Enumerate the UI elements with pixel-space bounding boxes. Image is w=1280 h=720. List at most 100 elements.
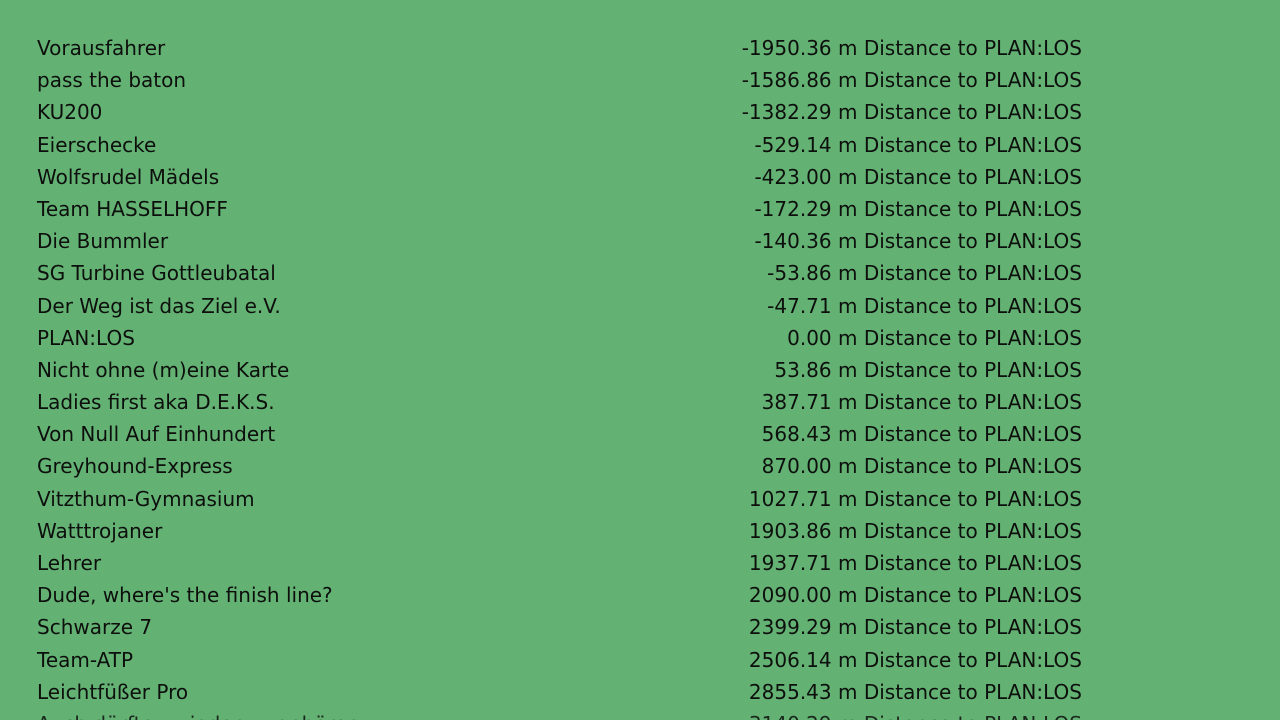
distance-value: -53.86	[767, 261, 832, 286]
team-distance-list: Vorausfahrer -1950.36 m Distance to PLAN:…	[0, 32, 1280, 720]
team-row: Team-ATP 2506.14 m Distance to PLAN:LOS	[0, 644, 1280, 676]
distance-readout: 2399.29 m Distance to PLAN:LOS	[749, 613, 1082, 641]
team-name: Der Weg ist das Ziel e.V.	[37, 293, 281, 318]
distance-readout: -1586.86 m Distance to PLAN:LOS	[742, 66, 1082, 94]
distance-readout: 0.00 m Distance to PLAN:LOS	[787, 324, 1082, 352]
distance-label: Distance to PLAN:LOS	[863, 36, 1082, 60]
distance-value: 568.43	[761, 422, 832, 447]
distance-value: -423.00	[754, 164, 832, 189]
team-row: Die Bummler -140.36 m Distance to PLAN:LO…	[0, 225, 1280, 257]
distance-readout: 1937.71 m Distance to PLAN:LOS	[749, 549, 1082, 577]
team-row: Ladies first aka D.E.K.S. 387.71 m Distan…	[0, 386, 1280, 418]
distance-label: Distance to PLAN:LOS	[863, 454, 1082, 479]
distance-value: 1027.71	[748, 486, 832, 511]
team-name: Vorausfahrer	[37, 36, 166, 60]
distance-unit: m	[838, 647, 858, 672]
distance-readout: 568.43 m Distance to PLAN:LOS	[762, 420, 1082, 448]
team-name: KU200	[37, 100, 103, 125]
team-name: PLAN:LOS	[37, 325, 135, 350]
distance-readout: 1903.86 m Distance to PLAN:LOS	[749, 517, 1082, 545]
team-name: Nicht ohne (m)eine Karte	[37, 357, 290, 382]
distance-readout: -1950.36 m Distance to PLAN:LOS	[742, 34, 1082, 62]
distance-readout: 387.71 m Distance to PLAN:LOS	[762, 388, 1082, 416]
distance-unit: m	[838, 293, 858, 318]
distance-unit: m	[838, 679, 858, 704]
distance-label: Distance to PLAN:LOS	[863, 100, 1082, 125]
distance-label: Distance to PLAN:LOS	[864, 712, 1082, 720]
distance-label: Distance to PLAN:LOS	[863, 583, 1082, 608]
distance-value: -529.14	[754, 132, 832, 157]
distance-readout: -423.00 m Distance to PLAN:LOS	[754, 163, 1082, 191]
distance-unit: m	[838, 390, 858, 415]
distance-readout: 2506.14 m Distance to PLAN:LOS	[749, 646, 1082, 674]
distance-unit: m	[838, 551, 858, 575]
distance-unit: m	[838, 422, 858, 447]
distance-value: -140.36	[754, 229, 832, 254]
distance-value: 2090.00	[748, 583, 832, 608]
distance-unit: m	[838, 196, 858, 221]
distance-readout: -1382.29 m Distance to PLAN:LOS	[742, 98, 1082, 126]
team-name: Dude, where's the finish line?	[37, 583, 333, 608]
distance-unit: m	[838, 36, 858, 60]
distance-label: Distance to PLAN:LOS	[863, 229, 1082, 254]
distance-value: 1937.71	[748, 551, 832, 575]
distance-readout: -53.86 m Distance to PLAN:LOS	[767, 259, 1082, 287]
distance-label: Distance to PLAN:LOS	[863, 647, 1082, 672]
distance-label: Distance to PLAN:LOS	[863, 615, 1082, 640]
team-row: pass the baton -1586.86 m Distance to PLA…	[0, 64, 1280, 96]
distance-label: Distance to PLAN:LOS	[863, 261, 1082, 286]
distance-value: -47.71	[767, 293, 832, 318]
distance-value: 387.71	[761, 390, 832, 415]
distance-value: -1586.86	[741, 68, 832, 93]
team-name: Team-ATP	[37, 647, 134, 672]
distance-value: 870.00	[761, 454, 832, 479]
team-row: Auch dürfte zu jeder zu gehören 3140.29 m…	[0, 708, 1280, 720]
distance-unit: m	[838, 357, 858, 382]
team-row: Watttrojaner 1903.86 m Distance to PLAN:L…	[0, 515, 1280, 547]
distance-label: Distance to PLAN:LOS	[863, 132, 1082, 157]
distance-label: Distance to PLAN:LOS	[863, 551, 1082, 575]
distance-value: 53.86	[774, 357, 832, 382]
team-name: Wolfsrudel Mädels	[37, 164, 220, 189]
team-row: Team HASSELHOFF -172.29 m Distance to PLA…	[0, 193, 1280, 225]
distance-label: Distance to PLAN:LOS	[863, 68, 1082, 93]
distance-value: 0.00	[787, 325, 832, 350]
team-row: Nicht ohne (m)eine Karte 53.86 m Distance…	[0, 354, 1280, 386]
distance-label: Distance to PLAN:LOS	[863, 518, 1082, 543]
distance-readout: 2090.00 m Distance to PLAN:LOS	[749, 581, 1082, 609]
team-name: SG Turbine Gottleubatal	[37, 261, 276, 286]
team-row: Von Null Auf Einhundert 568.43 m Distance…	[0, 418, 1280, 450]
distance-readout: 1027.71 m Distance to PLAN:LOS	[749, 485, 1082, 513]
distance-value: -1950.36	[741, 36, 832, 60]
distance-unit: m	[838, 261, 858, 286]
team-name: Greyhound-Express	[37, 454, 233, 479]
distance-readout: -140.36 m Distance to PLAN:LOS	[754, 227, 1082, 255]
distance-value: 1903.86	[748, 518, 832, 543]
distance-readout: 870.00 m Distance to PLAN:LOS	[762, 452, 1082, 480]
team-row: Greyhound-Express 870.00 m Distance to PL…	[0, 450, 1280, 482]
team-row: PLAN:LOS 0.00 m Distance to PLAN:LOS	[0, 322, 1280, 354]
distance-readout: 53.86 m Distance to PLAN:LOS	[774, 356, 1082, 384]
team-row: Vorausfahrer -1950.36 m Distance to PLAN:…	[0, 32, 1280, 64]
team-name: Auch dürfte zu jeder zu gehören	[37, 710, 359, 720]
distance-readout: 3140.29 m Distance to PLAN:LOS	[749, 710, 1082, 720]
team-row: Leichtfüßer Pro 2855.43 m Distance to PLA…	[0, 676, 1280, 708]
distance-label: Distance to PLAN:LOS	[863, 357, 1082, 382]
team-row: Wolfsrudel Mädels -423.00 m Distance to P…	[0, 161, 1280, 193]
distance-unit: m	[838, 164, 858, 189]
team-row: Dude, where's the finish line? 2090.00 m …	[0, 579, 1280, 611]
distance-readout: -47.71 m Distance to PLAN:LOS	[767, 292, 1082, 320]
team-row: Lehrer 1937.71 m Distance to PLAN:LOS	[0, 547, 1280, 579]
distance-value: -1382.29	[741, 100, 832, 125]
distance-label: Distance to PLAN:LOS	[863, 486, 1082, 511]
team-row: Vitzthum-Gymnasium 1027.71 m Distance to …	[0, 483, 1280, 515]
distance-readout: -172.29 m Distance to PLAN:LOS	[754, 195, 1082, 223]
distance-value: 2399.29	[748, 615, 832, 640]
distance-label: Distance to PLAN:LOS	[863, 164, 1082, 189]
distance-unit: m	[838, 486, 858, 511]
team-name: Team HASSELHOFF	[37, 196, 228, 221]
distance-label: Distance to PLAN:LOS	[863, 196, 1082, 221]
distance-readout: -529.14 m Distance to PLAN:LOS	[754, 131, 1082, 159]
distance-value: 2855.43	[748, 679, 832, 704]
distance-unit: m	[838, 100, 858, 125]
